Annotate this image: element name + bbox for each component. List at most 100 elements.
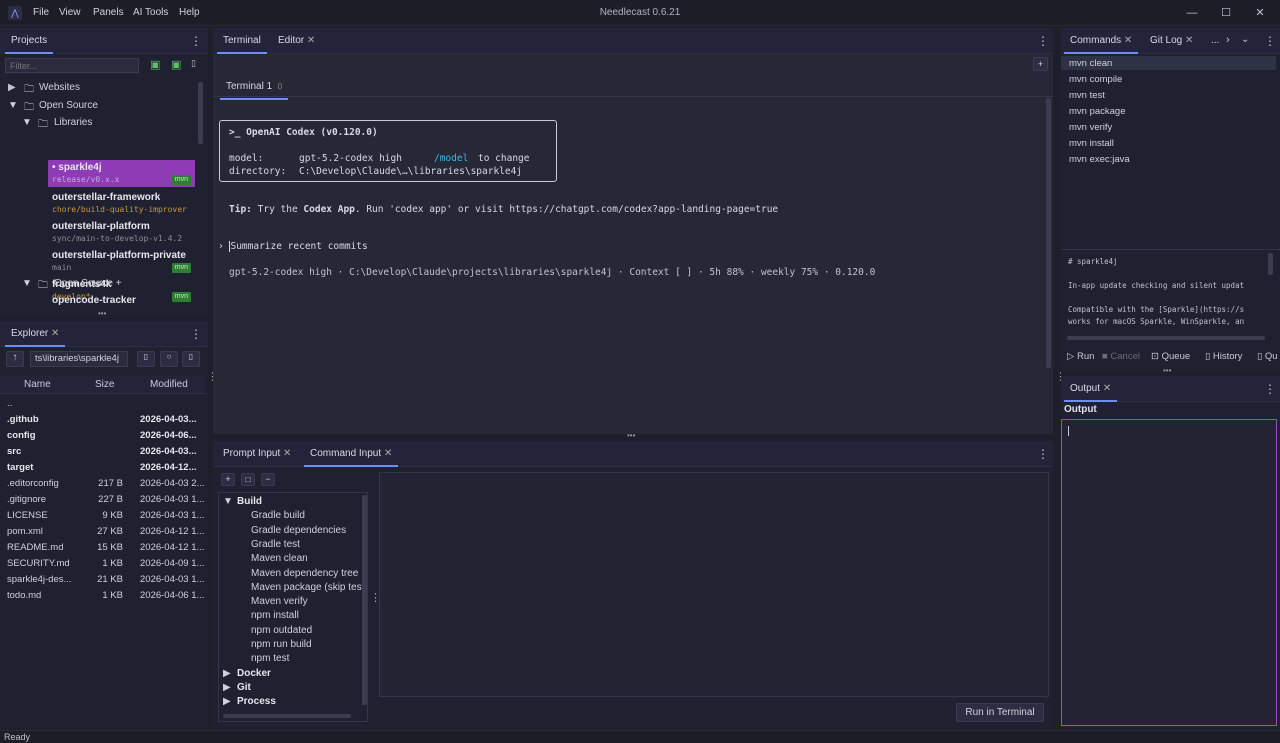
- splitter-handle-icon[interactable]: ⋮: [1055, 370, 1066, 383]
- collapse-icon[interactable]: ▯: [191, 58, 196, 69]
- h-scrollbar[interactable]: [223, 714, 351, 718]
- item-label: npm outdated: [251, 624, 313, 636]
- file-row[interactable]: sparkle4j-des... 21 KB 2026-04-03 1...: [0, 572, 205, 588]
- command-list-item[interactable]: mvn verify: [1069, 122, 1112, 133]
- command-list-item[interactable]: mvn exec:java: [1069, 154, 1130, 165]
- splitter-handle-icon[interactable]: •••: [98, 309, 106, 318]
- project-name: opencode-tracker: [52, 295, 136, 306]
- run-action[interactable]: ▷ Run: [1067, 351, 1094, 362]
- codex-title: >_ OpenAI Codex (v0.120.0): [229, 127, 378, 138]
- scrollbar[interactable]: [1268, 253, 1273, 275]
- splitter-handle-icon[interactable]: •••: [627, 431, 635, 440]
- add-terminal-button[interactable]: +: [1033, 57, 1048, 71]
- command-list-item[interactable]: mvn package: [1069, 106, 1126, 117]
- tab-explorer[interactable]: Explorer ✕: [4, 328, 66, 347]
- file-size: 15 KB: [97, 542, 123, 553]
- kebab-icon[interactable]: ⋮: [1037, 447, 1049, 461]
- kebab-icon[interactable]: ⋮: [1264, 34, 1276, 48]
- file-row[interactable]: README.md 15 KB 2026-04-12 1...: [0, 540, 205, 556]
- run-in-terminal-button[interactable]: Run in Terminal: [956, 703, 1044, 722]
- cancel-action[interactable]: ■ Cancel: [1102, 351, 1140, 362]
- h-scrollbar[interactable]: [1067, 336, 1265, 340]
- kebab-icon[interactable]: ⋮: [190, 327, 202, 341]
- terminal-panel: Terminal Editor ✕ ⋮ + Terminal 1 0 >_ Op…: [213, 28, 1053, 434]
- command-editor[interactable]: [379, 472, 1049, 697]
- path-field[interactable]: ts\libraries\sparkle4j: [30, 351, 128, 367]
- add-folder-icon[interactable]: ▣: [150, 58, 160, 71]
- model-link[interactable]: /model: [434, 153, 468, 164]
- tab-output[interactable]: Output ✕: [1063, 383, 1118, 402]
- kebab-icon[interactable]: ⋮: [190, 34, 202, 48]
- file-row[interactable]: ..: [0, 396, 205, 412]
- col-size[interactable]: Size: [95, 379, 114, 390]
- scrollbar[interactable]: [198, 82, 203, 144]
- file-row[interactable]: src 2026-04-03...: [0, 444, 205, 460]
- tab-more[interactable]: ...: [1211, 35, 1219, 46]
- file-row[interactable]: LICENSE 9 KB 2026-04-03 1...: [0, 508, 205, 524]
- file-row[interactable]: todo.md 1 KB 2026-04-06 1...: [0, 588, 205, 604]
- expand-arrow-icon[interactable]: ▶: [223, 696, 231, 707]
- refresh-icon[interactable]: ○: [160, 351, 178, 367]
- file-row[interactable]: .gitignore 227 B 2026-04-03 1...: [0, 492, 205, 508]
- chevron-right-icon[interactable]: ›: [1226, 34, 1230, 46]
- file-row[interactable]: .editorconfig 217 B 2026-04-03 2...: [0, 476, 205, 492]
- command-list-item[interactable]: mvn clean: [1069, 58, 1112, 69]
- remove-command-button[interactable]: −: [261, 473, 275, 486]
- file-row[interactable]: config 2026-04-06...: [0, 428, 205, 444]
- col-name[interactable]: Name: [24, 379, 51, 390]
- file-row[interactable]: .github 2026-04-03...: [0, 412, 205, 428]
- edit-command-button[interactable]: □: [241, 473, 255, 486]
- output-area[interactable]: [1061, 419, 1277, 726]
- tab-commands[interactable]: Commands ✕: [1063, 35, 1139, 54]
- command-list-item[interactable]: mvn test: [1069, 90, 1105, 101]
- minimize-icon[interactable]: —: [1177, 4, 1207, 22]
- splitter-handle-icon[interactable]: ⋮: [207, 370, 218, 383]
- queue-more-action[interactable]: ▯ Qu: [1257, 351, 1278, 362]
- project-name: outerstellar-framework: [52, 192, 161, 203]
- file-row[interactable]: target 2026-04-12...: [0, 460, 205, 476]
- history-action[interactable]: ▯ History: [1205, 351, 1242, 362]
- collapse-arrow-icon[interactable]: ▼: [22, 278, 32, 289]
- item-label: Maven dependency tree: [251, 567, 359, 579]
- open-folder-icon[interactable]: ▯: [182, 351, 200, 367]
- scrollbar[interactable]: [362, 495, 367, 705]
- splitter-handle-icon[interactable]: •••: [1163, 366, 1171, 375]
- file-name: .editorconfig: [7, 478, 59, 489]
- copy-path-icon[interactable]: ▯: [137, 351, 155, 367]
- maximize-icon[interactable]: ☐: [1211, 4, 1241, 22]
- folder-icon: 🗀: [38, 280, 48, 291]
- add-command-button[interactable]: +: [221, 473, 235, 486]
- project-sparkle4j[interactable]: • sparkle4j release/v0.x.x mvn: [48, 160, 195, 187]
- file-row[interactable]: pom.xml 27 KB 2026-04-12 1...: [0, 524, 205, 540]
- kebab-icon[interactable]: ⋮: [1264, 382, 1276, 396]
- tab-prompt-input[interactable]: Prompt Input ✕: [223, 448, 291, 459]
- add-project-icon[interactable]: ▣: [171, 58, 181, 71]
- close-icon[interactable]: ✕: [1245, 4, 1275, 22]
- projects-filter-input[interactable]: [5, 58, 139, 73]
- up-dir-button[interactable]: ↑: [6, 351, 24, 367]
- tab-git-log[interactable]: Git Log ✕: [1150, 35, 1193, 46]
- expand-arrow-icon[interactable]: ▶: [8, 82, 16, 93]
- scrollbar[interactable]: [1046, 98, 1051, 368]
- col-modified[interactable]: Modified: [150, 379, 188, 390]
- tab-terminal-1[interactable]: Terminal 1 0: [219, 81, 289, 100]
- tab-command-input[interactable]: Command Input ✕: [303, 448, 399, 467]
- project-outerstellar-platform[interactable]: outerstellar-platform sync/main-to-devel…: [48, 219, 195, 246]
- collapse-arrow-icon[interactable]: ▼: [22, 117, 32, 128]
- command-list-item[interactable]: mvn install: [1069, 138, 1114, 149]
- queue-action[interactable]: ⊡ Queue: [1151, 351, 1190, 362]
- kebab-icon[interactable]: ⋮: [1037, 34, 1049, 48]
- tab-projects[interactable]: Projects: [4, 35, 54, 54]
- expand-arrow-icon[interactable]: ▶: [223, 682, 231, 693]
- chevron-down-icon[interactable]: ⌄: [1241, 34, 1249, 45]
- file-row[interactable]: SECURITY.md 1 KB 2026-04-09 1...: [0, 556, 205, 572]
- collapse-arrow-icon[interactable]: ▼: [223, 496, 233, 507]
- expand-arrow-icon[interactable]: ▶: [223, 668, 231, 679]
- project-outerstellar-platform-private[interactable]: outerstellar-platform-private main mvn: [48, 248, 195, 275]
- tab-terminal[interactable]: Terminal: [217, 35, 267, 54]
- command-list-item[interactable]: mvn compile: [1069, 74, 1122, 85]
- collapse-arrow-icon[interactable]: ▼: [8, 100, 18, 111]
- tab-editor[interactable]: Editor ✕: [278, 35, 315, 46]
- prompt-line[interactable]: › Summarize recent commits: [218, 241, 368, 252]
- project-outerstellar-framework[interactable]: outerstellar-framework chore/build-quali…: [48, 190, 195, 217]
